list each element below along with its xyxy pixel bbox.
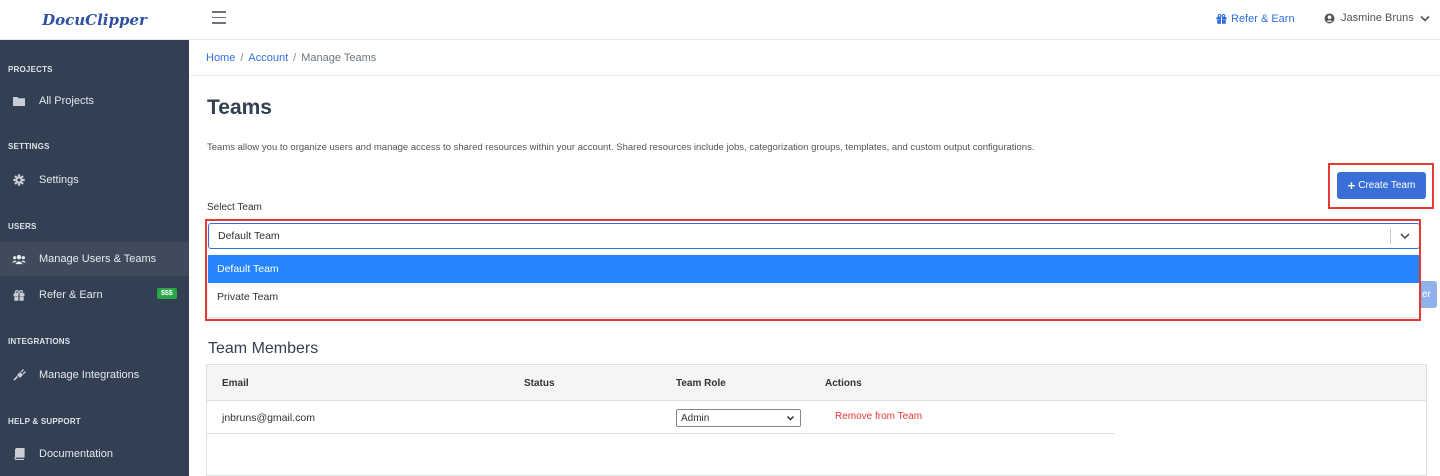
chevron-down-icon [1420,15,1430,22]
select-team-label: Select Team [207,202,262,213]
sidebar-item-settings[interactable]: Settings [0,163,189,197]
team-option-private[interactable]: Private Team [208,283,1419,311]
gear-icon [12,174,26,186]
breadcrumb: Home / Account / Manage Teams [190,40,1440,76]
breadcrumb-home[interactable]: Home [206,52,235,64]
sidebar-section-settings: SETTINGS [8,142,50,151]
refer-earn-link[interactable]: Refer & Earn [1216,13,1295,25]
team-role-select[interactable]: Admin [676,409,801,427]
team-option-default[interactable]: Default Team [208,255,1419,283]
sidebar-item-label: Refer & Earn [39,289,103,301]
refer-earn-label: Refer & Earn [1231,13,1295,25]
plug-icon [12,369,26,381]
table-row: jnbruns@gmail.com Admin Remove from Team [207,402,1115,434]
sidebar-item-all-projects[interactable]: All Projects [0,84,189,118]
sidebar-item-label: Documentation [39,448,113,460]
create-team-label: Create Team [1358,180,1416,191]
sidebar-item-refer-earn[interactable]: Refer & Earn $$$ [0,278,189,312]
gift-icon [1216,14,1227,24]
chevron-down-icon[interactable] [1399,229,1411,243]
page-title: Teams [207,96,272,119]
app-logo: DocuClipper [42,11,147,29]
user-circle-icon [1324,13,1335,23]
team-members-title: Team Members [208,340,319,357]
gift-icon [12,289,26,301]
hidden-button-fragment[interactable]: er [1419,281,1437,308]
team-role-value: Admin [681,412,710,424]
breadcrumb-separator: / [293,51,297,64]
create-team-button[interactable]: + Create Team [1337,172,1426,199]
users-icon [12,254,26,265]
sidebar-item-label: All Projects [39,95,95,107]
select-divider [1390,229,1391,244]
breadcrumb-account[interactable]: Account [248,52,288,64]
sidebar-section-projects: PROJECTS [8,65,53,74]
table-header: Email Status Team Role Actions [207,365,1426,401]
top-bar: DocuClipper Refer & Earn Jasmine Bruns [0,0,1440,40]
hamburger-icon[interactable] [212,11,226,24]
sidebar-item-label: Manage Users & Teams [39,253,157,265]
column-header-team-role: Team Role [676,378,726,389]
breadcrumb-current: Manage Teams [301,51,377,64]
plus-icon: + [1347,178,1356,193]
column-header-email: Email [222,378,249,389]
sidebar-section-integrations: INTEGRATIONS [8,337,71,346]
team-select-value: Default Team [218,230,280,242]
sidebar-item-label: Settings [39,174,79,186]
teams-description: Teams allow you to organize users and ma… [207,142,1035,153]
user-name: Jasmine Bruns [1341,12,1414,24]
folder-icon [12,96,26,106]
members-table: Email Status Team Role Actions jnbruns@g… [206,364,1427,476]
user-menu[interactable]: Jasmine Bruns [1324,12,1430,24]
sidebar-section-help-support: HELP & SUPPORT [8,417,81,426]
sidebar-item-manage-integrations[interactable]: Manage Integrations [0,358,189,392]
sidebar-item-label: Manage Integrations [39,369,140,381]
member-email: jnbruns@gmail.com [222,412,315,424]
team-select-menu: Default Team Private Team [208,255,1419,317]
sidebar-section-users: USERS [8,222,37,231]
chevron-down-icon [786,412,795,426]
book-icon [12,448,26,460]
sidebar-item-documentation[interactable]: Documentation [0,437,189,471]
sidebar-item-manage-users-teams[interactable]: Manage Users & Teams [0,242,189,276]
hidden-button-label: er [1422,289,1431,300]
column-header-actions: Actions [825,378,862,389]
column-header-status: Status [524,378,555,389]
refer-badge: $$$ [157,288,177,299]
remove-from-team-link[interactable]: Remove from Team [835,411,922,422]
logo-area[interactable]: DocuClipper [0,0,189,40]
sidebar: PROJECTS All Projects SETTINGS Settings … [0,40,189,476]
team-select[interactable]: Default Team [208,223,1420,249]
breadcrumb-separator: / [240,51,244,64]
